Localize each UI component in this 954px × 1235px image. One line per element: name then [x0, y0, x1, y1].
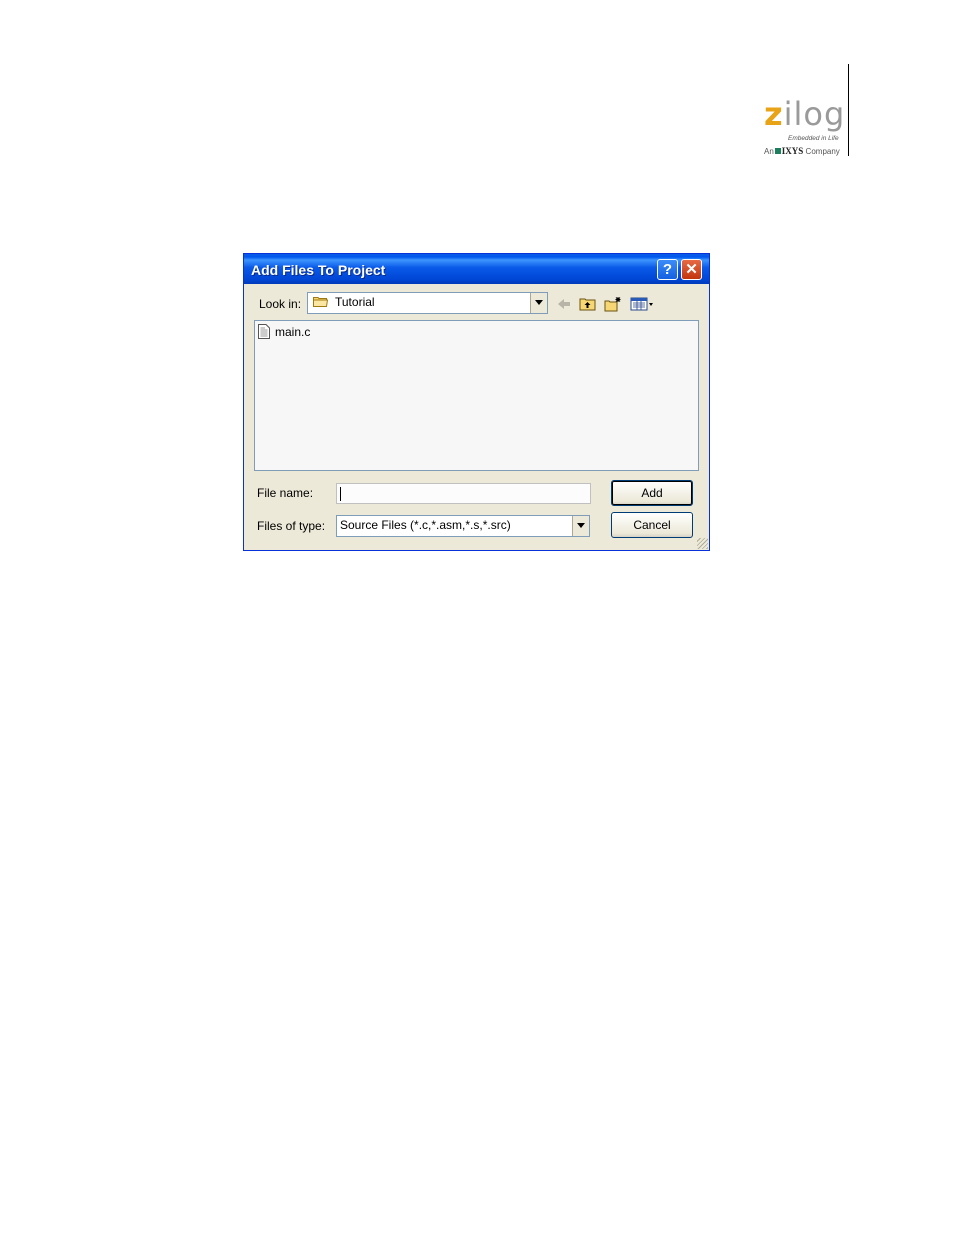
file-name: main.c [275, 325, 311, 339]
cancel-button[interactable]: Cancel [611, 512, 693, 538]
help-button[interactable]: ? [657, 259, 678, 280]
ixys-square-icon [774, 148, 781, 154]
file-list[interactable]: main.c [254, 320, 699, 471]
look-in-value: Tutorial [335, 295, 375, 309]
chevron-down-icon[interactable] [530, 293, 547, 313]
zilog-logo: zilog Embedded in Life An IXYS Company [758, 98, 848, 160]
look-in-dropdown[interactable]: Tutorial [307, 292, 548, 314]
view-menu-icon[interactable] [630, 296, 656, 312]
logo-wordmark: zilog [764, 98, 845, 132]
logo-tagline: Embedded in Life [788, 135, 839, 142]
up-folder-icon[interactable] [579, 296, 597, 312]
files-of-type-label: Files of type: [257, 519, 326, 533]
logo-z: z [764, 95, 784, 133]
logo-company-name: IXYS [781, 146, 804, 156]
file-name-label: File name: [257, 486, 314, 500]
logo-company-an: An [764, 147, 774, 156]
logo-company-word: Company [805, 147, 840, 156]
add-files-dialog: Add Files To Project ? ✕ Look in: Tutori… [243, 253, 710, 551]
file-name-input[interactable] [336, 483, 591, 504]
logo-rest: ilog [783, 95, 846, 133]
close-button[interactable]: ✕ [681, 259, 702, 280]
dialog-title: Add Files To Project [251, 262, 386, 278]
resize-grip[interactable] [697, 538, 708, 549]
chevron-down-icon[interactable] [572, 516, 589, 536]
back-arrow-icon[interactable] [555, 296, 573, 312]
files-of-type-dropdown[interactable]: Source Files (*.c,*.asm,*.s,*.src) [336, 515, 590, 537]
text-caret [340, 487, 341, 501]
header-divider [848, 64, 849, 156]
look-in-label: Look in: [259, 297, 302, 311]
title-bar[interactable]: Add Files To Project ? ✕ [244, 254, 709, 284]
new-folder-icon[interactable] [604, 296, 622, 312]
c-file-icon [258, 324, 270, 339]
files-of-type-value: Source Files (*.c,*.asm,*.s,*.src) [340, 518, 511, 532]
add-button[interactable]: Add [611, 480, 693, 506]
logo-company: An IXYS Company [764, 146, 840, 156]
folder-icon [313, 297, 328, 307]
